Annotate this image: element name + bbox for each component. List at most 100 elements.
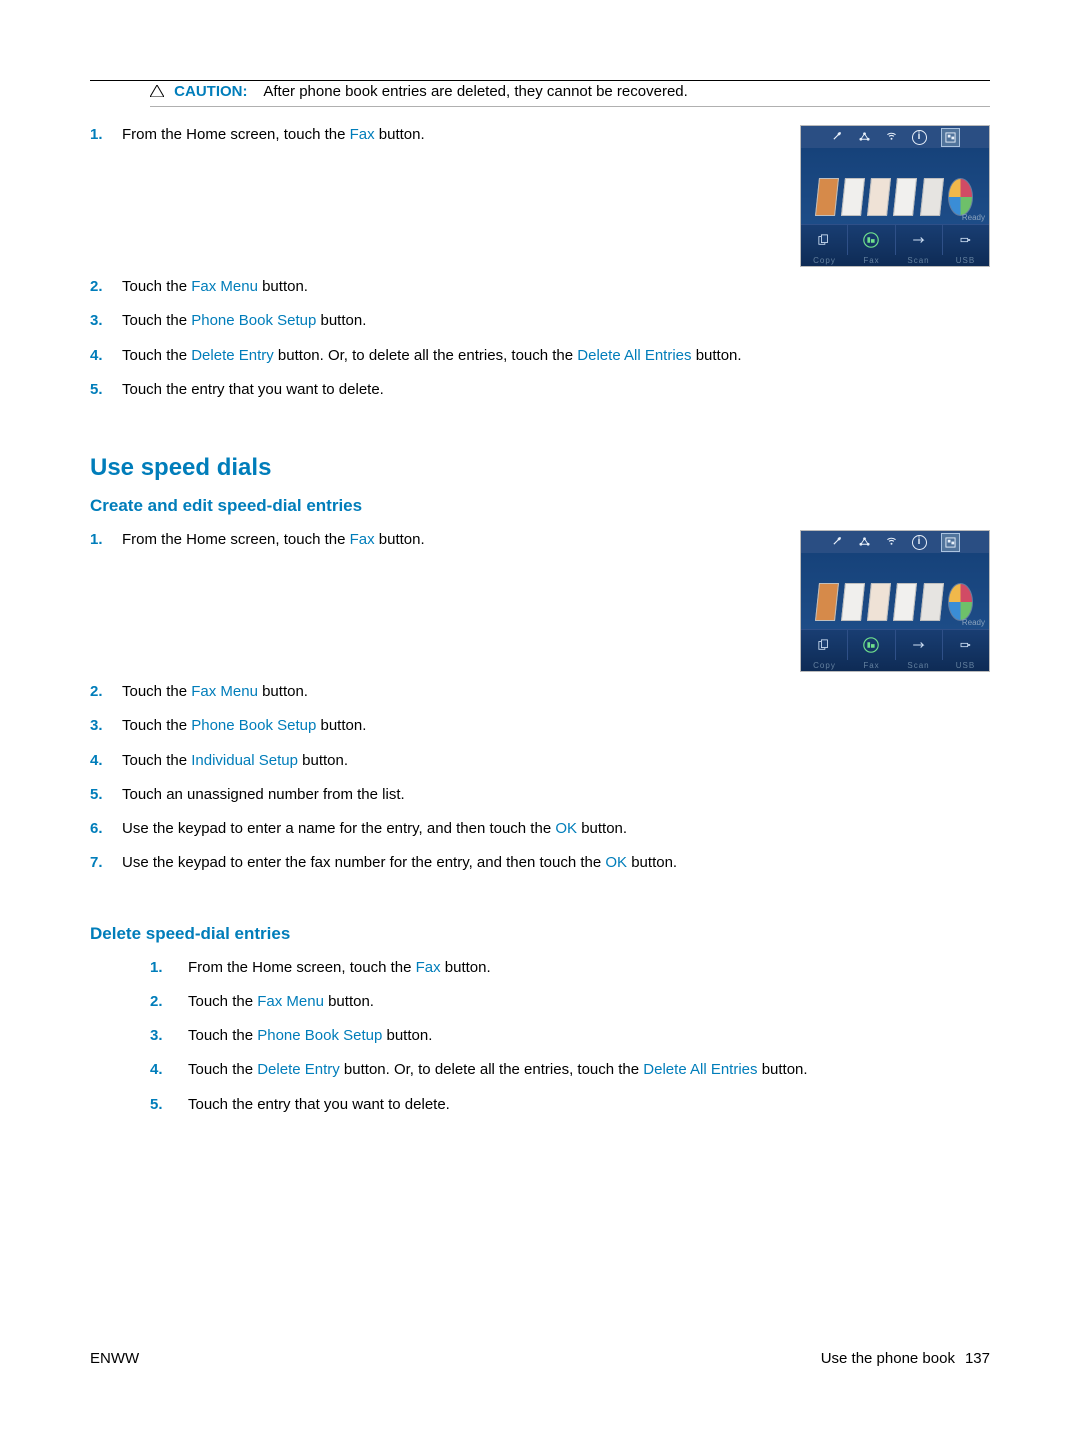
step-item: 2. Touch the Fax Menu button. bbox=[90, 682, 770, 702]
wrench-icon bbox=[831, 129, 844, 145]
wifi-icon bbox=[885, 129, 898, 145]
carousel-tile bbox=[920, 178, 944, 216]
step-number: 4. bbox=[150, 1060, 188, 1080]
copy-icon bbox=[801, 225, 848, 255]
carousel-disc-icon bbox=[948, 583, 973, 621]
device-home-screenshot: i Ready bbox=[800, 125, 990, 267]
carousel-tile bbox=[841, 178, 865, 216]
step-number: 2. bbox=[150, 992, 188, 1012]
network-icon bbox=[858, 130, 871, 145]
step-item: 2. Touch the Fax Menu button. bbox=[90, 992, 990, 1012]
screenshot-statusbar: i bbox=[801, 531, 989, 553]
step-group: 2. Touch the Fax Menu button. 3. Touch t… bbox=[90, 277, 990, 414]
screenshot-carousel: Ready bbox=[801, 148, 989, 224]
scan-icon bbox=[896, 630, 943, 660]
horizontal-rule bbox=[90, 80, 990, 81]
screenshot-bottom-nav: Copy Fax Scan USB bbox=[801, 224, 989, 266]
nav-label: Scan bbox=[895, 660, 942, 672]
nav-label: Copy bbox=[801, 255, 848, 267]
step-number: 3. bbox=[90, 716, 122, 736]
carousel-disc-icon bbox=[948, 178, 973, 216]
status-ready: Ready bbox=[962, 618, 985, 627]
step-number: 3. bbox=[90, 311, 122, 331]
step-group: 2. Touch the Fax Menu button. 3. Touch t… bbox=[90, 682, 990, 888]
caution-triangle-icon bbox=[150, 85, 164, 97]
step-row-with-screenshot: 1. From the Home screen, touch the Fax b… bbox=[90, 125, 990, 267]
document-page: CAUTION: After phone book entries are de… bbox=[0, 0, 1080, 1437]
nav-label: USB bbox=[942, 255, 989, 267]
ui-ref-phone-book-setup: Phone Book Setup bbox=[191, 312, 316, 329]
step-item: 4. Touch the Delete Entry button. Or, to… bbox=[90, 1060, 990, 1080]
caution-label: CAUTION: bbox=[174, 83, 247, 100]
screenshot-carousel: Ready bbox=[801, 553, 989, 629]
step-item: 5. Touch an unassigned number from the l… bbox=[90, 785, 770, 805]
step-number: 3. bbox=[150, 1026, 188, 1046]
step-number: 5. bbox=[150, 1095, 188, 1115]
ui-ref-fax-menu: Fax Menu bbox=[191, 278, 258, 295]
subsection-heading-delete: Delete speed-dial entries bbox=[90, 924, 990, 944]
step-item: 4. Touch the Individual Setup button. bbox=[90, 751, 770, 771]
carousel-tile bbox=[867, 583, 891, 621]
ui-ref-delete-all-entries: Delete All Entries bbox=[643, 1061, 757, 1078]
step-text: Touch an unassigned number from the list… bbox=[122, 785, 405, 805]
step-item: 3. Touch the Phone Book Setup button. bbox=[90, 311, 770, 331]
footer-left: ENWW bbox=[90, 1350, 139, 1367]
subsection-heading-create: Create and edit speed-dial entries bbox=[90, 496, 990, 516]
ui-ref-fax-menu: Fax Menu bbox=[257, 993, 324, 1010]
step-text: From the Home screen, touch the Fax butt… bbox=[122, 125, 425, 145]
screenshot-statusbar: i bbox=[801, 126, 989, 148]
carousel-tile bbox=[867, 178, 891, 216]
info-icon: i bbox=[912, 130, 927, 145]
step-number: 6. bbox=[90, 819, 122, 839]
step-number: 1. bbox=[90, 530, 122, 550]
footer-page-number: 137 bbox=[965, 1350, 990, 1367]
ui-ref-individual-setup: Individual Setup bbox=[191, 752, 298, 769]
ui-ref-phone-book-setup: Phone Book Setup bbox=[191, 717, 316, 734]
caution-text: After phone book entries are deleted, th… bbox=[263, 83, 687, 100]
step-text: Touch the entry that you want to delete. bbox=[122, 380, 384, 400]
step-number: 5. bbox=[90, 785, 122, 805]
step-number: 4. bbox=[90, 751, 122, 771]
nav-label: Scan bbox=[895, 255, 942, 267]
step-number: 7. bbox=[90, 853, 122, 873]
nav-label: Copy bbox=[801, 660, 848, 672]
ui-ref-fax: Fax bbox=[350, 126, 375, 143]
usb-icon bbox=[943, 630, 989, 660]
info-icon: i bbox=[912, 535, 927, 550]
step-item: 7. Use the keypad to enter the fax numbe… bbox=[90, 853, 770, 873]
scan-icon bbox=[896, 225, 943, 255]
status-ready: Ready bbox=[962, 213, 985, 222]
step-item: 5. Touch the entry that you want to dele… bbox=[90, 1095, 990, 1115]
wrench-icon bbox=[831, 534, 844, 550]
ui-ref-delete-entry: Delete Entry bbox=[257, 1061, 340, 1078]
network-icon bbox=[858, 535, 871, 550]
device-home-screenshot: i Ready bbox=[800, 530, 990, 672]
carousel-tile bbox=[893, 178, 917, 216]
step-number: 5. bbox=[90, 380, 122, 400]
ui-ref-delete-entry: Delete Entry bbox=[191, 347, 274, 364]
step-number: 2. bbox=[90, 277, 122, 297]
page-footer: ENWW Use the phone book 137 bbox=[90, 1350, 990, 1367]
carousel-tile bbox=[893, 583, 917, 621]
ui-ref-ok: OK bbox=[605, 854, 627, 871]
step-item: 1. From the Home screen, touch the Fax b… bbox=[90, 125, 770, 145]
ui-ref-fax-menu: Fax Menu bbox=[191, 683, 258, 700]
carousel-tile bbox=[841, 583, 865, 621]
step-text: Touch the entry that you want to delete. bbox=[188, 1095, 450, 1115]
copy-icon bbox=[801, 630, 848, 660]
screenshot-bottom-nav: Copy Fax Scan USB bbox=[801, 629, 989, 671]
step-number: 2. bbox=[90, 682, 122, 702]
step-row-with-screenshot: 1. From the Home screen, touch the Fax b… bbox=[90, 530, 990, 672]
step-number: 4. bbox=[90, 346, 122, 366]
footer-section-title: Use the phone book bbox=[821, 1350, 955, 1367]
step-group-indented: 1. From the Home screen, touch the Fax b… bbox=[90, 958, 990, 1115]
ui-ref-phone-book-setup: Phone Book Setup bbox=[257, 1027, 382, 1044]
ui-ref-ok: OK bbox=[555, 820, 577, 837]
step-item: 2. Touch the Fax Menu button. bbox=[90, 277, 770, 297]
nav-label: Fax bbox=[848, 660, 895, 672]
fax-icon bbox=[848, 225, 895, 255]
wifi-icon bbox=[885, 534, 898, 550]
nav-label: Fax bbox=[848, 255, 895, 267]
ui-ref-fax: Fax bbox=[350, 531, 375, 548]
step-item: 6. Use the keypad to enter a name for th… bbox=[90, 819, 770, 839]
